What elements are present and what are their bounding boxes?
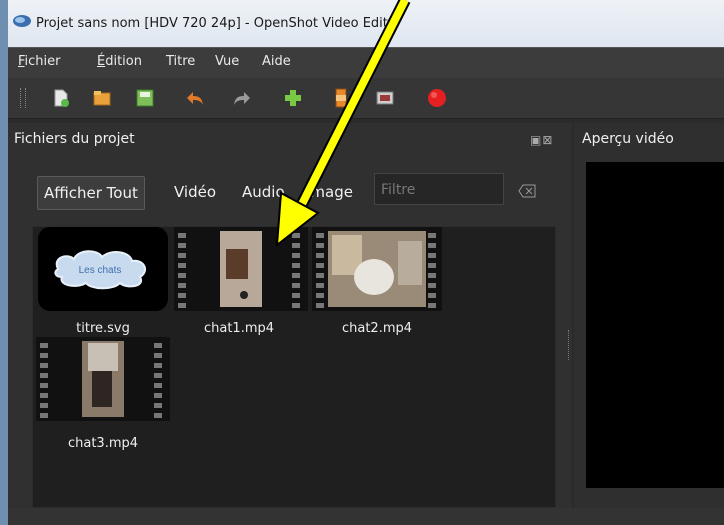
film-strip-thumbnail: [312, 227, 442, 311]
video-preview-screen: [586, 162, 724, 488]
save-project-icon[interactable]: [134, 87, 156, 109]
panel-dock-buttons[interactable]: ▣⊠: [530, 133, 553, 147]
thumb-text: Les chats: [79, 265, 122, 276]
menu-fichier[interactable]: Fichier: [18, 54, 61, 69]
file-thumbnail-chat3[interactable]: [36, 337, 170, 421]
toolbar-grip[interactable]: [20, 88, 26, 108]
clear-filter-icon[interactable]: [518, 184, 536, 198]
export-video-icon[interactable]: [330, 87, 352, 109]
redo-icon[interactable]: [231, 87, 253, 109]
panel-splitter[interactable]: [568, 330, 573, 360]
openshot-app-icon: [13, 15, 31, 27]
film-strip-thumbnail: [36, 337, 170, 421]
file-name: chat3.mp4: [67, 436, 139, 451]
project-files-title: Fichiers du projet: [14, 131, 135, 147]
menu-bar: Fichier Édition Titre Vue Aide: [8, 47, 724, 78]
film-strip-thumbnail: [174, 227, 308, 311]
video-preview-title: Aperçu vidéo: [582, 131, 674, 147]
float-icon[interactable]: ▣: [530, 133, 542, 147]
new-project-icon[interactable]: [50, 87, 72, 109]
file-name: titre.svg: [76, 321, 130, 336]
main-toolbar: [8, 78, 724, 119]
menu-vue[interactable]: Vue: [215, 54, 239, 69]
filter-video-button[interactable]: Vidéo: [174, 176, 216, 208]
record-icon[interactable]: [426, 87, 448, 109]
openshot-window: Projet sans nom [HDV 720 24p] - OpenShot…: [0, 0, 724, 525]
file-thumbnail-chat1[interactable]: [174, 227, 308, 311]
close-icon[interactable]: ⊠: [542, 133, 553, 147]
menu-aide[interactable]: Aide: [262, 54, 291, 69]
file-name: chat2.mp4: [341, 321, 413, 336]
fullscreen-icon[interactable]: [374, 87, 396, 109]
menu-edition[interactable]: Édition: [97, 54, 142, 69]
file-thumbnail-chat2[interactable]: [312, 227, 442, 311]
file-thumbnail-titre[interactable]: Les chats: [38, 227, 168, 311]
open-project-icon[interactable]: [91, 87, 113, 109]
menu-titre[interactable]: Titre: [166, 54, 195, 69]
filter-audio-button[interactable]: Audio: [242, 176, 285, 208]
undo-icon[interactable]: [184, 87, 206, 109]
filter-image-button[interactable]: Image: [306, 176, 353, 208]
window-title: Projet sans nom [HDV 720 24p] - OpenShot…: [36, 16, 402, 31]
window-frame-edge: [0, 0, 8, 525]
title-cloud-thumbnail: Les chats: [54, 250, 147, 290]
file-name: chat1.mp4: [203, 321, 275, 336]
title-bar: Projet sans nom [HDV 720 24p] - OpenShot…: [0, 0, 724, 47]
filter-all-button[interactable]: Afficher Tout: [37, 176, 145, 210]
filter-input[interactable]: Filtre: [374, 173, 504, 205]
bottom-panel-edge: [8, 508, 724, 525]
import-files-icon[interactable]: [282, 87, 304, 109]
